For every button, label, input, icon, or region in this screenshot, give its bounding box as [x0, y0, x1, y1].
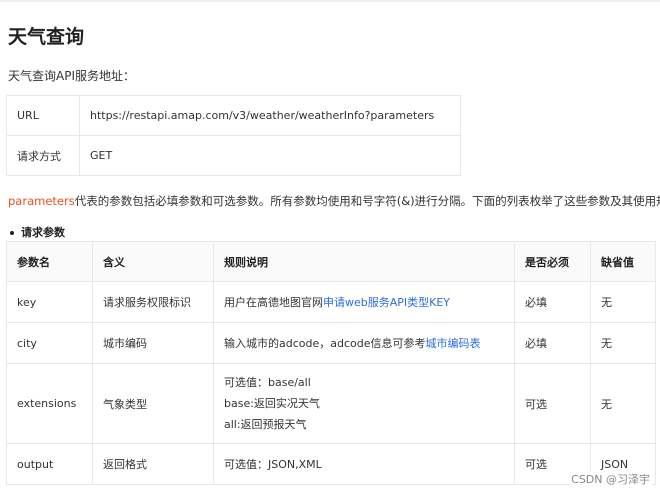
table-header-row: 参数名 含义 规则说明 是否必须 缺省值	[6, 241, 656, 282]
service-key-cell: 请求方式	[6, 135, 80, 176]
table-row: 请求方式 GET	[6, 135, 461, 176]
intro-text: 天气查询API服务地址：	[8, 69, 135, 83]
param-rule-cell: 用户在高德地图官网申请web服务API类型KEY	[213, 281, 515, 323]
header-meaning: 含义	[92, 241, 214, 282]
param-meaning-cell: 返回格式	[92, 443, 214, 485]
param-default-cell: 无	[590, 281, 656, 323]
top-divider	[0, 0, 660, 2]
city-code-table-link[interactable]: 城市编码表	[426, 337, 481, 350]
param-name-cell: extensions	[6, 363, 93, 444]
param-meaning-cell: 城市编码	[92, 322, 214, 364]
section-heading: 请求参数	[10, 224, 65, 240]
apply-key-link[interactable]: 申请web服务API类型KEY	[323, 296, 450, 309]
rule-text: 输入城市的adcode，adcode信息可参考	[224, 337, 426, 350]
param-name-cell: key	[6, 281, 93, 323]
param-required-cell: 必填	[514, 281, 591, 323]
page-title: 天气查询	[8, 26, 85, 48]
param-default-cell: 无	[590, 322, 656, 364]
table-row: URL https://restapi.amap.com/v3/weather/…	[6, 95, 461, 136]
table-row: extensions 气象类型 可选值：base/all base:返回实况天气…	[6, 363, 656, 444]
rule-line: all:返回预报天气	[224, 418, 307, 431]
service-value-cell: GET	[79, 135, 461, 176]
param-required-cell: 可选	[514, 363, 591, 444]
params-table: 参数名 含义 规则说明 是否必须 缺省值 key 请求服务权限标识 用户在高德地…	[6, 241, 656, 485]
header-param-name: 参数名	[6, 241, 93, 282]
watermark: CSDN @习泽宇	[569, 471, 652, 487]
param-meaning-cell: 请求服务权限标识	[92, 281, 214, 323]
bullet-icon	[10, 231, 14, 235]
param-name-cell: city	[6, 322, 93, 364]
service-table: URL https://restapi.amap.com/v3/weather/…	[6, 95, 461, 176]
header-default: 缺省值	[590, 241, 656, 282]
param-required-cell: 必填	[514, 322, 591, 364]
rule-text: 用户在高德地图官网	[224, 296, 323, 309]
table-row: city 城市编码 输入城市的adcode，adcode信息可参考城市编码表 必…	[6, 322, 656, 364]
rule-line: base:返回实况天气	[224, 397, 320, 410]
table-row: key 请求服务权限标识 用户在高德地图官网申请web服务API类型KEY 必填…	[6, 281, 656, 323]
param-name-cell: output	[6, 443, 93, 485]
parameters-highlight: parameters	[8, 194, 75, 208]
param-rule-cell: 输入城市的adcode，adcode信息可参考城市编码表	[213, 322, 515, 364]
param-default-cell: 无	[590, 363, 656, 444]
description-text: 代表的参数包括必填参数和可选参数。所有参数均使用和号字符(&)进行分隔。下面的列…	[74, 194, 660, 208]
header-rule: 规则说明	[213, 241, 515, 282]
parameters-description: parameters代表的参数包括必填参数和可选参数。所有参数均使用和号字符(&…	[8, 193, 660, 209]
param-rule-cell: 可选值：base/all base:返回实况天气 all:返回预报天气	[213, 363, 515, 444]
param-rule-cell: 可选值：JSON,XML	[213, 443, 515, 485]
service-value-cell: https://restapi.amap.com/v3/weather/weat…	[79, 95, 461, 136]
service-key-cell: URL	[6, 95, 80, 136]
section-label: 请求参数	[21, 226, 65, 239]
rule-line: 可选值：base/all	[224, 376, 311, 389]
header-required: 是否必须	[514, 241, 591, 282]
table-row: output 返回格式 可选值：JSON,XML 可选 JSON	[6, 443, 656, 485]
param-meaning-cell: 气象类型	[92, 363, 214, 444]
